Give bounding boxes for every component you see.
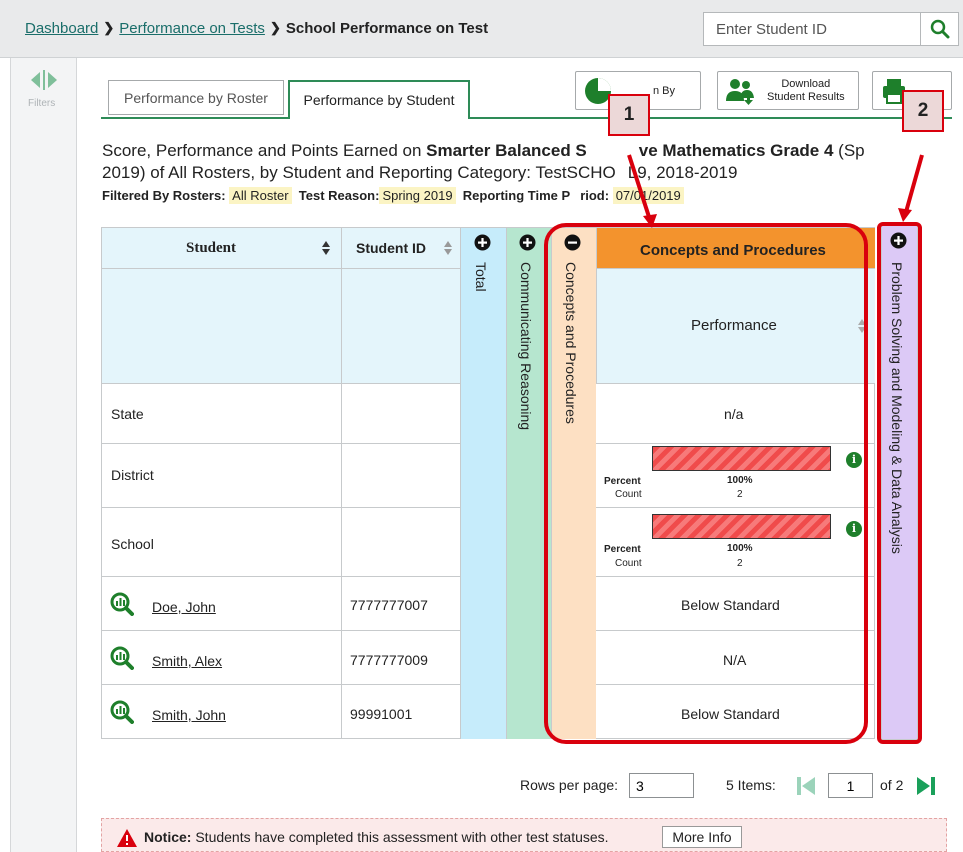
row-divider — [102, 684, 460, 685]
expand-arrows-icon — [31, 70, 57, 90]
student-id-cell: 7777777009 — [350, 652, 428, 668]
warning-icon — [117, 829, 137, 847]
row-divider — [102, 630, 460, 631]
row-name-school: School — [111, 536, 154, 552]
breadcrumb-dashboard-link[interactable]: Dashboard — [25, 20, 98, 37]
student-link-smith-alex[interactable]: Smith, Alex — [152, 653, 222, 669]
filter-reason-value: Spring 2019 — [379, 187, 456, 204]
items-count-label: 5 Items: — [726, 777, 776, 793]
subheader-bg — [102, 268, 460, 383]
search-icon — [930, 19, 949, 39]
tab-underline — [101, 117, 290, 119]
heading-prefix: Score, Performance and Points Earned on — [102, 141, 427, 160]
callout-arrows — [627, 154, 924, 228]
callout-label-1: 1 — [608, 94, 650, 136]
top-bar: Dashboard ❯ Performance on Tests ❯ School Pe… — [0, 0, 963, 58]
subheader-divider — [341, 268, 342, 739]
expand-plus-icon[interactable] — [519, 234, 536, 251]
breakdown-by-label: n By — [653, 84, 676, 97]
notice-bold: Notice: — [144, 829, 192, 845]
student-report-magnifier-icon[interactable] — [110, 700, 134, 724]
last-page-icon[interactable] — [914, 775, 938, 797]
filter-summary: Filtered By Rosters: All Roster Test Rea… — [102, 187, 684, 204]
chevron-right-icon: ❯ — [103, 20, 115, 35]
tab-performance-by-student[interactable]: Performance by Student — [288, 80, 470, 118]
notice-banner: Notice: Students have completed this ass… — [101, 818, 947, 852]
page-of-label: of 2 — [880, 777, 904, 793]
filter-rail: Filters — [10, 58, 77, 852]
sort-icon[interactable] — [321, 240, 331, 256]
column-header-student[interactable]: Student — [186, 240, 236, 257]
column-header-student-id[interactable]: Student ID — [356, 240, 426, 256]
callout-label-2: 2 — [902, 90, 944, 132]
chevron-right-icon: ❯ — [269, 20, 281, 35]
row-name-state: State — [111, 406, 144, 422]
student-id-cell: 99991001 — [350, 706, 413, 722]
column-header-total: Total — [473, 262, 489, 292]
filter-rosters-label: Filtered By Rosters: — [102, 188, 226, 203]
callout-highlight-problem-solving — [877, 222, 922, 744]
column-header-communicating-reasoning: Communicating Reasoning — [518, 262, 534, 431]
filter-rosters-value: All Roster — [229, 187, 292, 204]
row-divider — [102, 443, 460, 444]
row-name-district: District — [111, 467, 154, 483]
heading-test-name: Smarter Balanced S — [426, 141, 587, 160]
filter-reason-label: Test Reason: — [298, 188, 380, 203]
tab-performance-by-roster[interactable]: Performance by Roster — [108, 80, 284, 115]
callout-highlight-concepts — [544, 223, 868, 744]
expand-plus-icon[interactable] — [474, 234, 491, 251]
student-link-doe-john[interactable]: Doe, John — [152, 599, 216, 615]
tab-underline — [468, 117, 952, 119]
row-divider — [102, 507, 460, 508]
filter-toggle-button[interactable] — [29, 68, 59, 97]
student-id-cell: 7777777007 — [350, 597, 428, 613]
notice-text: Students have completed this assessment … — [191, 829, 609, 845]
page-number-input[interactable] — [828, 773, 873, 798]
breadcrumb-current: School Performance on Test — [285, 20, 489, 37]
users-download-icon — [726, 78, 754, 105]
rows-per-page-input[interactable] — [629, 773, 694, 798]
download-line2: Student Results — [767, 90, 845, 103]
breadcrumb: Dashboard ❯ Performance on Tests ❯ School Pe… — [25, 20, 488, 37]
student-id-search-input[interactable] — [703, 12, 921, 46]
breadcrumb-performance-link[interactable]: Performance on Tests — [119, 20, 265, 37]
search-button[interactable] — [921, 12, 959, 46]
rows-per-page-label: Rows per page: — [520, 777, 619, 793]
download-student-results-button[interactable]: Download Student Results — [717, 71, 859, 110]
total-column-bg — [460, 228, 506, 739]
heading-line2: 2019) of All Rosters, by Student and Rep… — [102, 163, 616, 182]
student-report-magnifier-icon[interactable] — [110, 646, 134, 670]
row-divider — [102, 576, 460, 577]
download-line1: Download — [781, 77, 831, 90]
filter-period-label: Reporting Time P — [462, 188, 571, 203]
more-info-button[interactable]: More Info — [662, 826, 742, 848]
first-page-icon[interactable] — [794, 775, 818, 797]
student-link-smith-john[interactable]: Smith, John — [152, 707, 226, 723]
student-report-magnifier-icon[interactable] — [110, 592, 134, 616]
sort-icon[interactable] — [443, 240, 453, 256]
filters-label: Filters — [28, 98, 56, 109]
row-divider — [102, 383, 460, 384]
